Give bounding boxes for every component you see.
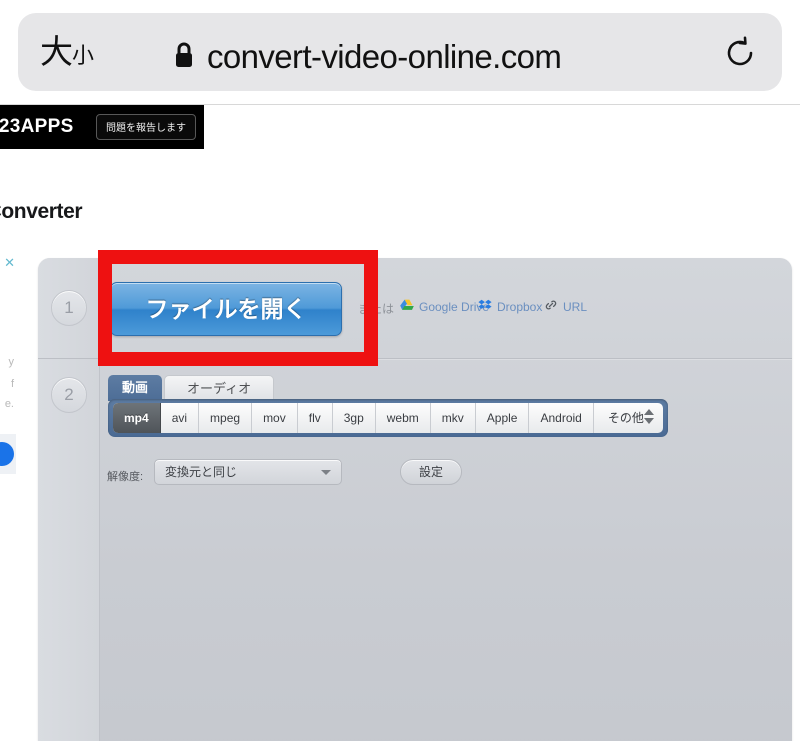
format-option-mpeg[interactable]: mpeg — [199, 403, 253, 433]
link-icon — [544, 299, 558, 314]
resolution-value: 変換元と同じ — [165, 465, 238, 479]
ad-thumbnail[interactable] — [0, 434, 16, 474]
site-header-bar: 123APPS 問題を報告します — [0, 105, 204, 149]
google-drive-icon — [400, 299, 414, 314]
ad-text-line: e. — [4, 398, 14, 410]
format-option-mov[interactable]: mov — [252, 403, 298, 433]
chevron-down-icon — [321, 470, 331, 475]
resolution-label: 解像度: — [107, 471, 144, 483]
ad-text-line: y — [8, 356, 15, 368]
url-display[interactable]: convert-video-online.com — [173, 37, 562, 77]
brand-logo[interactable]: 123APPS — [0, 116, 74, 138]
google-drive-link[interactable]: Google Drive — [400, 299, 489, 314]
media-type-tabs: 動画 オーディオ — [108, 373, 275, 401]
tab-video[interactable]: 動画 — [108, 375, 163, 401]
chevron-down-icon — [644, 418, 654, 424]
tab-audio[interactable]: オーディオ — [164, 375, 275, 401]
advertisement-unit: ✕ y f e. — [0, 256, 16, 506]
format-option-apple[interactable]: Apple — [476, 403, 530, 433]
format-option-other-label: その他 — [607, 411, 644, 425]
dropbox-icon — [478, 299, 492, 314]
open-file-button[interactable]: ファイルを開く — [110, 282, 342, 336]
dropbox-label: Dropbox — [497, 299, 543, 314]
step-1-row: 1 ファイルを開く または Google Drive Dropbox URL — [38, 258, 792, 358]
format-option-other[interactable]: その他 — [594, 403, 663, 433]
resolution-dropdown[interactable]: 変換元と同じ — [154, 459, 342, 485]
format-option-flv[interactable]: flv — [298, 403, 333, 433]
or-label: または — [358, 302, 395, 316]
url-link[interactable]: URL — [544, 299, 587, 314]
format-option-mkv[interactable]: mkv — [431, 403, 476, 433]
format-selector-bar: mp4 avi mpeg mov flv 3gp webm mkv Apple … — [108, 399, 668, 437]
dropbox-link[interactable]: Dropbox — [478, 299, 542, 314]
browser-address-bar: 大小 convert-video-online.com — [0, 0, 800, 104]
step-2-number: 2 — [51, 377, 87, 413]
format-track: mp4 avi mpeg mov flv 3gp webm mkv Apple … — [113, 403, 663, 433]
format-option-android[interactable]: Android — [529, 403, 594, 433]
format-option-webm[interactable]: webm — [376, 403, 431, 433]
text-size-small-glyph: 小 — [72, 43, 94, 68]
lock-icon — [173, 41, 195, 74]
url-label: URL — [563, 299, 588, 314]
step-2-row: 2 動画 オーディオ mp4 avi mpeg mov flv 3gp webm… — [38, 359, 792, 741]
text-size-large-glyph: 大 — [40, 33, 73, 70]
format-option-mp4[interactable]: mp4 — [113, 403, 161, 433]
format-option-3gp[interactable]: 3gp — [333, 403, 376, 433]
video-converter-panel: 1 ファイルを開く または Google Drive Dropbox URL 2… — [38, 258, 792, 741]
url-text: convert-video-online.com — [207, 38, 562, 75]
web-page-viewport: 123APPS 問題を報告します deo Converter e ✕ y f e… — [0, 104, 800, 741]
settings-button[interactable]: 設定 — [400, 459, 462, 485]
page-title: deo Converter — [0, 200, 83, 223]
report-problem-button[interactable]: 問題を報告します — [96, 114, 196, 140]
reload-icon[interactable] — [722, 35, 758, 76]
format-option-avi[interactable]: avi — [161, 403, 200, 433]
step-2-gutter — [38, 359, 100, 741]
stepper-arrows-icon[interactable] — [644, 409, 654, 424]
ad-text-line: f — [10, 378, 14, 390]
step-1-number: 1 — [51, 290, 87, 326]
close-icon[interactable]: ✕ — [4, 256, 15, 270]
text-size-button[interactable]: 大小 — [40, 28, 94, 80]
url-bar-pill[interactable]: 大小 convert-video-online.com — [18, 13, 782, 91]
chevron-up-icon — [644, 409, 654, 415]
